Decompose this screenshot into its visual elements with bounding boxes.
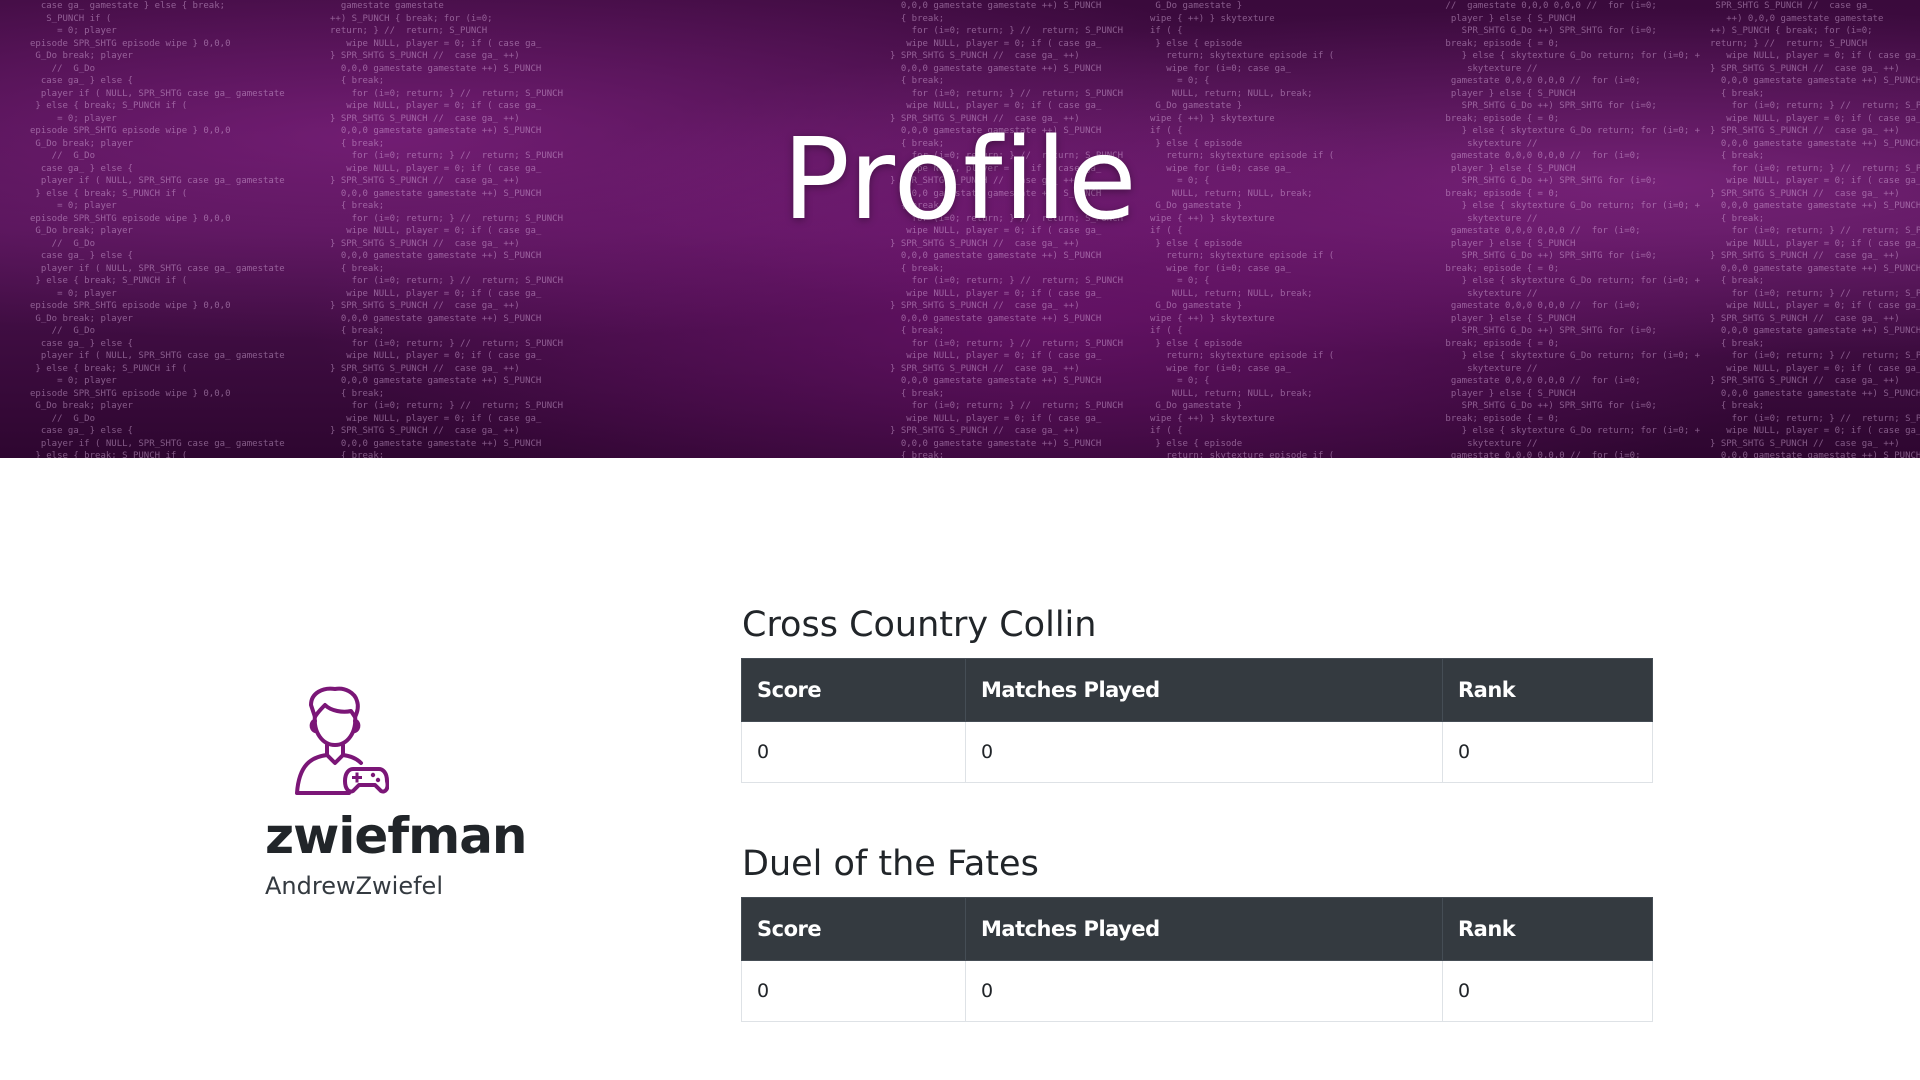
profile-header-banner: case ga_ gamestate } else { break; S_PUN… xyxy=(0,0,1920,458)
rank-cell: 0 xyxy=(1442,721,1653,783)
column-header-rank: Rank xyxy=(1442,897,1653,961)
game-stats-block: Duel of the Fates Score Matches Played R… xyxy=(741,841,1653,1022)
user-profile-card: zwiefman AndrewZwiefel xyxy=(265,685,625,900)
column-header-matches-played: Matches Played xyxy=(965,658,1443,722)
profile-real-name: AndrewZwiefel xyxy=(265,872,443,900)
score-cell: 0 xyxy=(741,960,966,1022)
game-stats-block: Cross Country Collin Score Matches Playe… xyxy=(741,602,1653,783)
game-title: Duel of the Fates xyxy=(742,844,1039,884)
score-cell: 0 xyxy=(741,721,966,783)
table-row: 0 0 0 xyxy=(741,960,1653,1022)
page-title: Profile xyxy=(782,115,1138,245)
column-header-matches-played: Matches Played xyxy=(965,897,1443,961)
game-stats-table: Score Matches Played Rank 0 0 0 xyxy=(741,658,1653,783)
rank-cell: 0 xyxy=(1442,960,1653,1022)
table-header-row: Score Matches Played Rank xyxy=(741,658,1653,722)
table-row: 0 0 0 xyxy=(741,721,1653,783)
table-header-row: Score Matches Played Rank xyxy=(741,897,1653,961)
game-stats-table: Score Matches Played Rank 0 0 0 xyxy=(741,897,1653,1022)
column-header-rank: Rank xyxy=(1442,658,1653,722)
matches-played-cell: 0 xyxy=(965,960,1443,1022)
game-title: Cross Country Collin xyxy=(742,605,1097,645)
column-header-score: Score xyxy=(741,658,966,722)
profile-username: zwiefman xyxy=(265,807,528,865)
column-header-score: Score xyxy=(741,897,966,961)
matches-played-cell: 0 xyxy=(965,721,1443,783)
game-stats-section: Cross Country Collin Score Matches Playe… xyxy=(741,602,1653,1080)
gamer-avatar-icon xyxy=(295,686,390,795)
